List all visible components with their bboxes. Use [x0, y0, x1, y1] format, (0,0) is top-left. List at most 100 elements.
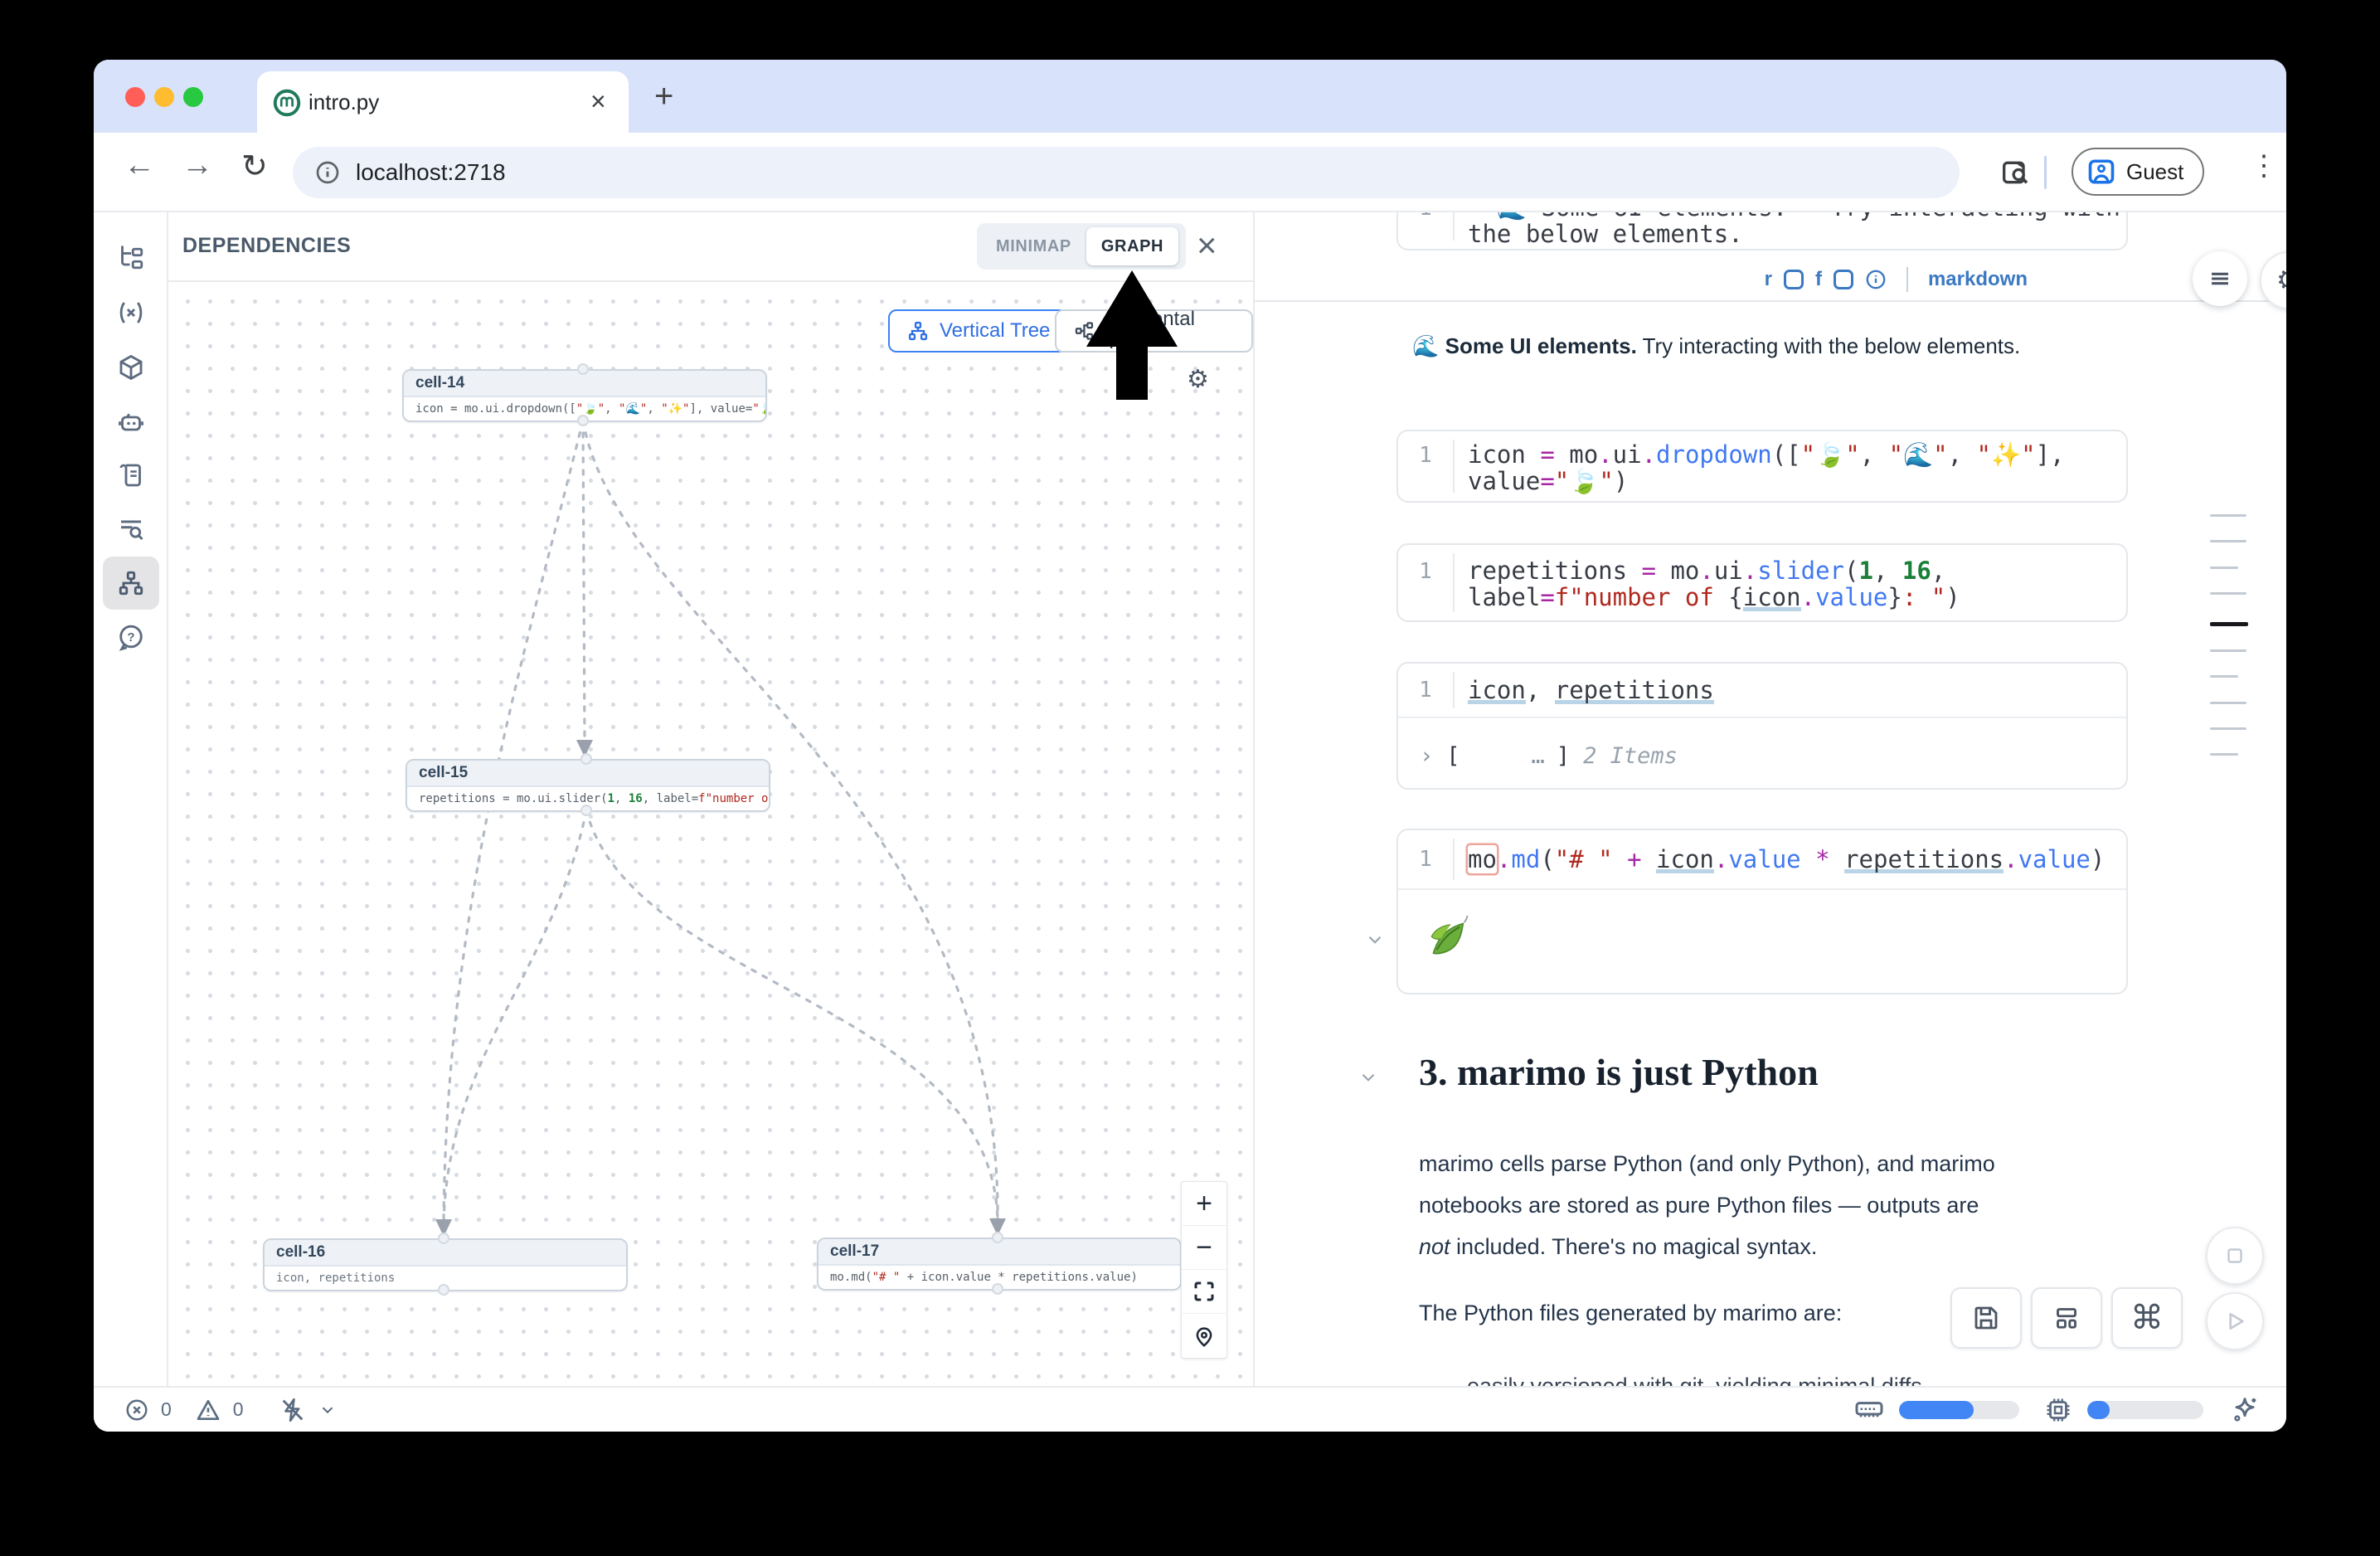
fullscreen-icon	[1192, 1279, 1217, 1304]
url-bar[interactable]: localhost:2718	[293, 147, 1960, 198]
graph-settings-icon[interactable]: ⚙	[1187, 365, 1209, 394]
reload-icon[interactable]: ↻	[241, 148, 268, 185]
location-pin-icon	[1192, 1324, 1217, 1349]
tuple-output[interactable]: › [ … ] 2 Items	[1398, 718, 2126, 769]
help-icon[interactable]: ?	[116, 623, 146, 653]
warnings-icon[interactable]	[195, 1397, 221, 1423]
browser-menu-icon[interactable]: ⋮	[2250, 149, 2278, 182]
line-number: 1	[1398, 678, 1453, 703]
traffic-minimize-icon[interactable]	[154, 87, 174, 107]
dependencies-header: DEPENDENCIES MINIMAP GRAPH ×	[168, 212, 1253, 282]
minimap-cell-marker[interactable]	[2210, 514, 2246, 517]
chevron-down-icon[interactable]	[318, 1401, 337, 1419]
toolbar-separator	[2044, 156, 2047, 189]
site-info-icon[interactable]	[314, 159, 341, 186]
marimo-logo-icon	[272, 88, 302, 118]
profile-button[interactable]: Guest	[2072, 148, 2204, 196]
snippets-icon[interactable]	[116, 460, 146, 490]
autorun-off-icon[interactable]	[279, 1396, 307, 1424]
traffic-close-icon[interactable]	[125, 87, 145, 107]
svg-text:?: ?	[127, 630, 134, 644]
bracket-open: [	[1446, 743, 1460, 769]
ai-assistant-icon[interactable]	[116, 407, 146, 437]
markdown-source-cell[interactable]: 1 **🌊 Some UI elements.** Try interactin…	[1396, 212, 2128, 250]
code-cell-md[interactable]: 1 mo.md("# " + icon.value * repetitions.…	[1396, 829, 2128, 994]
minimap-cell-marker[interactable]	[2210, 540, 2246, 542]
ai-sparkle-icon[interactable]	[2228, 1393, 2261, 1427]
zoom-out-button[interactable]: −	[1182, 1226, 1226, 1270]
tab-search-icon[interactable]	[1999, 156, 2032, 189]
node-title: cell-14	[404, 371, 765, 397]
leaf-emoji-output	[1420, 910, 1474, 965]
node-title: cell-16	[265, 1240, 626, 1267]
tab-close-icon[interactable]: ×	[590, 86, 606, 116]
stop-button[interactable]	[2206, 1227, 2264, 1285]
checkbox-icon[interactable]	[1784, 270, 1804, 289]
collapse-chevron-icon[interactable]	[1364, 929, 1386, 951]
shortcuts-button[interactable]: ⌘	[2111, 1287, 2183, 1349]
status-bar: 0 0	[94, 1386, 2286, 1432]
expand-chevron-icon[interactable]: ›	[1420, 743, 1433, 769]
minimap-tab[interactable]: MINIMAP	[981, 227, 1086, 265]
minimap-cell-marker[interactable]	[2210, 702, 2246, 704]
minimap-cell-marker[interactable]	[2210, 727, 2246, 730]
browser-tab[interactable]: intro.py ×	[257, 71, 629, 133]
graph-edges	[168, 282, 1253, 1386]
graph-canvas[interactable]: Vertical Tree Horizontal Tree ⚙ cell-14 …	[168, 282, 1253, 1386]
url-text: localhost:2718	[356, 159, 506, 186]
horizontal-tree-icon	[1073, 319, 1095, 343]
back-icon[interactable]: ←	[124, 148, 155, 183]
checkbox-icon[interactable]	[1834, 270, 1853, 289]
hamburger-menu-icon	[2206, 265, 2234, 293]
code-line: icon = mo.ui.dropdown(["🍃", "🌊", "✨"],	[1468, 431, 2126, 468]
cell-language-label[interactable]: markdown	[1928, 268, 2028, 291]
save-button[interactable]	[1950, 1287, 2022, 1349]
run-button[interactable]	[2206, 1292, 2264, 1350]
node-port	[992, 1283, 1003, 1295]
node-port	[580, 753, 592, 765]
variables-icon[interactable]	[116, 298, 146, 328]
forward-icon[interactable]: →	[182, 148, 213, 183]
graph-tab[interactable]: GRAPH	[1086, 227, 1178, 265]
horizontal-tree-label: Horizontal Tree	[1105, 308, 1235, 354]
locate-button[interactable]	[1182, 1314, 1226, 1358]
code-cell-slider[interactable]: 1 repetitions = mo.ui.slider(1, 16, labe…	[1396, 543, 2128, 622]
command-key-icon: ⌘	[2130, 1299, 2164, 1337]
bracket-close: ]	[1557, 743, 1570, 769]
para-text: included. There's no magical syntax.	[1450, 1234, 1818, 1259]
minimap-cell-marker-active[interactable]	[2210, 622, 2248, 626]
notebook-menu-button[interactable]	[2193, 251, 2247, 306]
logs-search-icon[interactable]	[116, 514, 146, 544]
minimap-cell-marker[interactable]	[2210, 675, 2238, 678]
browser-toolbar: ← → ↻ localhost:2718 Guest ⋮	[94, 133, 2286, 212]
info-icon[interactable]	[1865, 269, 1887, 290]
file-explorer-icon[interactable]	[116, 242, 146, 272]
vertical-tree-icon	[906, 319, 930, 343]
section-chevron-icon[interactable]	[1358, 1067, 1379, 1088]
new-tab-button[interactable]: +	[654, 80, 673, 113]
code-cell-dropdown[interactable]: 1 icon = mo.ui.dropdown(["🍃", "🌊", "✨"],…	[1396, 430, 2128, 503]
code-line: mo.md("# " + icon.value * repetitions.va…	[1468, 830, 2126, 873]
guest-avatar-icon	[2086, 157, 2116, 187]
graph-zoom-controls: + −	[1181, 1181, 1227, 1359]
line-number: 1	[1398, 847, 1453, 872]
save-floppy-icon	[1971, 1303, 2001, 1333]
errors-icon[interactable]	[124, 1398, 149, 1422]
section-paragraph: marimo cells parse Python (and only Pyth…	[1419, 1143, 2008, 1267]
vertical-tree-button[interactable]: Vertical Tree	[888, 309, 1068, 353]
layout-button[interactable]	[2031, 1287, 2102, 1349]
zoom-in-button[interactable]: +	[1182, 1182, 1226, 1226]
fit-view-button[interactable]	[1182, 1270, 1226, 1314]
section-heading: 3. marimo is just Python	[1419, 1050, 1819, 1094]
dependency-graph-icon[interactable]	[116, 568, 146, 598]
minimap-cell-marker[interactable]	[2210, 753, 2238, 756]
horizontal-tree-button[interactable]: Horizontal Tree	[1055, 309, 1253, 353]
traffic-zoom-icon[interactable]	[183, 87, 203, 107]
packages-icon[interactable]	[116, 353, 146, 382]
code-cell-tuple[interactable]: 1 icon, repetitions › [ … ] 2 Items	[1396, 662, 2128, 790]
minimap-cell-marker[interactable]	[2210, 592, 2246, 595]
minimap-cell-marker[interactable]	[2210, 566, 2238, 569]
panel-close-icon[interactable]: ×	[1197, 224, 1217, 267]
minimap-cell-marker[interactable]	[2210, 649, 2246, 652]
md-rest-text: Try interacting with the below elements.	[1637, 333, 2020, 358]
